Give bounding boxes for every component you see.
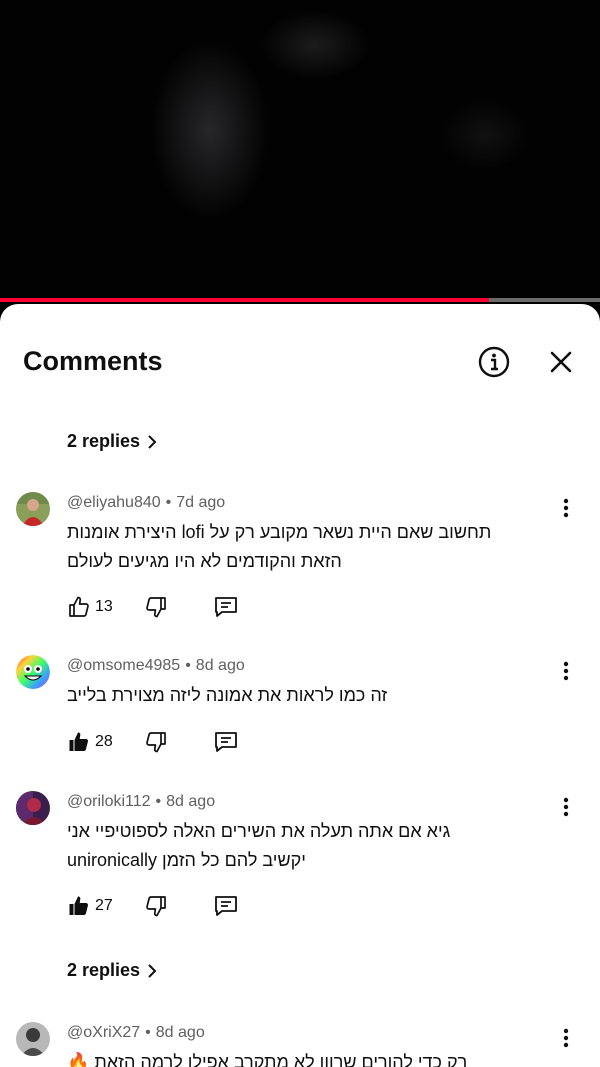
comment-author[interactable]: @oXriX27 (67, 1024, 140, 1041)
comment-meta: @oriloki112 • 8d ago (67, 793, 216, 810)
comments-sheet: Comments 2 replies @eliyahu840 • 7d ago תח… (0, 304, 600, 1067)
video-frame-highlight (440, 100, 530, 170)
comment-text-line: תחשוב שאם היית נשאר מקובע רק על lofi היצ… (67, 522, 492, 542)
comment-meta: @omsome4985 • 8d ago (67, 657, 245, 674)
like-button[interactable]: 28 (67, 730, 113, 754)
comment-more-button[interactable] (552, 1024, 580, 1052)
reply-button[interactable] (213, 729, 239, 755)
comment-author[interactable]: @eliyahu840 (67, 494, 161, 511)
like-button[interactable]: 27 (67, 894, 113, 918)
comment-actions: 28 (67, 727, 239, 757)
comment-meta: @oXriX27 • 8d ago (67, 1024, 205, 1041)
comment-text: רק כדי להורים שרווו לא מתקרב אפילו לרמה … (67, 1048, 547, 1067)
comment-text: גיא אם אתה תעלה את השירים האלה לספוטיפיי… (67, 817, 547, 875)
comment-time: 7d ago (176, 494, 226, 511)
comment-author[interactable]: @omsome4985 (67, 657, 180, 674)
more-vert-icon (563, 661, 569, 681)
comments-header: Comments (0, 304, 600, 414)
info-icon (478, 346, 510, 378)
dislike-button[interactable] (144, 894, 168, 918)
comment-more-button[interactable] (552, 793, 580, 821)
dislike-button[interactable] (144, 595, 168, 619)
video-progress-bar[interactable] (0, 298, 600, 302)
comment-time: 8d ago (166, 793, 216, 810)
comment-time: 8d ago (155, 1024, 205, 1041)
comments-title: Comments (23, 346, 163, 376)
replies-label: 2 replies (67, 960, 141, 980)
video-frame-highlight (260, 10, 370, 80)
comment-text-line: גיא אם אתה תעלה את השירים האלה לספוטיפיי… (67, 821, 451, 841)
comment-text: תחשוב שאם היית נשאר מקובע רק על lofi היצ… (67, 518, 547, 576)
avatar[interactable] (16, 1022, 50, 1056)
replies-toggle[interactable]: 2 replies (67, 960, 158, 981)
like-count: 13 (95, 598, 113, 615)
avatar[interactable] (16, 655, 50, 689)
chevron-right-icon (148, 963, 157, 978)
comment-actions: 27 (67, 891, 239, 921)
chevron-right-icon (148, 434, 157, 449)
info-button[interactable] (474, 342, 514, 382)
comment-actions: 13 (67, 592, 239, 622)
comment-more-button[interactable] (552, 657, 580, 685)
close-icon (550, 351, 572, 373)
comment-text-line: רק כדי להורים שרווו לא מתקרב אפילו לרמה … (67, 1052, 468, 1067)
comment-icon (214, 896, 237, 916)
like-count: 27 (95, 897, 113, 914)
like-count: 28 (95, 733, 113, 750)
thumbs-up-icon (69, 596, 89, 617)
more-vert-icon (563, 498, 569, 518)
video-progress-fill (0, 298, 489, 302)
like-button[interactable]: 13 (67, 595, 113, 619)
reply-button[interactable] (213, 594, 239, 620)
replies-toggle[interactable]: 2 replies (67, 431, 158, 452)
thumbs-up-filled-icon (69, 732, 88, 751)
comment-author[interactable]: @oriloki112 (67, 793, 151, 810)
more-vert-icon (563, 797, 569, 817)
comment-meta: @eliyahu840 • 7d ago (67, 494, 226, 511)
thumbs-down-icon (145, 896, 166, 917)
comment-time: 8d ago (195, 657, 245, 674)
comment-more-button[interactable] (552, 494, 580, 522)
close-button[interactable] (541, 342, 581, 382)
comment-icon (214, 732, 237, 752)
more-vert-icon (563, 1028, 569, 1048)
replies-label: 2 replies (67, 431, 141, 451)
reply-button[interactable] (213, 893, 239, 919)
avatar[interactable] (16, 492, 50, 526)
thumbs-down-icon (145, 732, 166, 753)
comment-text: זה כמו לראות את אמונה ליזה מצוירת בלייב (67, 681, 547, 710)
thumbs-down-icon (145, 597, 166, 618)
video-frame-highlight (150, 40, 270, 220)
comment-text-line: הזאת והקודמים לא היו מגיעים לעולם (67, 551, 342, 571)
comment-text-line: זה כמו לראות את אמונה ליזה מצוירת בלייב (67, 685, 388, 705)
comment-icon (214, 597, 237, 617)
avatar[interactable] (16, 791, 50, 825)
thumbs-up-filled-icon (69, 896, 88, 915)
dislike-button[interactable] (144, 730, 168, 754)
video-player[interactable] (0, 0, 600, 300)
comment-text-line: יקשיב להם כל הזמן unironically (67, 850, 306, 870)
